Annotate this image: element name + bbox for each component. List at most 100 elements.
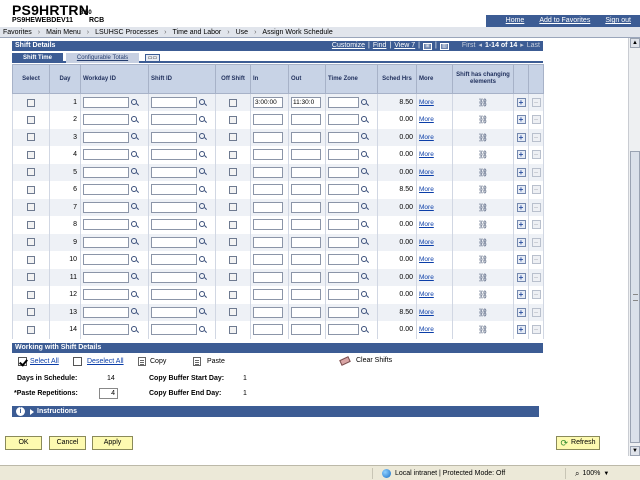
deselect-all-control[interactable]: Deselect All <box>73 357 124 366</box>
lookup-icon[interactable] <box>199 325 207 334</box>
select-checkbox[interactable] <box>27 238 35 247</box>
show-all-tabs-icon[interactable]: ▭▭ <box>145 54 160 62</box>
lookup-icon[interactable] <box>199 185 207 194</box>
out-time-input[interactable]: 11:30:0 <box>291 97 321 108</box>
off-shift-checkbox[interactable] <box>229 185 237 194</box>
chain-link-icon[interactable]: ⛓ <box>478 238 488 247</box>
time-zone-input[interactable] <box>328 114 359 126</box>
off-shift-checkbox[interactable] <box>229 203 237 212</box>
lookup-icon[interactable] <box>199 115 207 124</box>
lookup-icon[interactable] <box>199 203 207 211</box>
select-checkbox[interactable] <box>27 220 35 229</box>
select-checkbox[interactable] <box>27 115 35 124</box>
shift-id-input[interactable] <box>151 289 197 301</box>
out-time-input[interactable] <box>291 166 321 178</box>
chain-link-icon[interactable]: ⛓ <box>478 273 488 282</box>
add-row-icon[interactable]: + <box>516 115 526 125</box>
in-time-input[interactable] <box>253 324 283 336</box>
select-checkbox[interactable] <box>27 150 35 159</box>
workday-id-input[interactable] <box>83 271 129 283</box>
add-row-icon[interactable]: + <box>516 290 526 300</box>
off-shift-checkbox[interactable] <box>229 290 237 299</box>
lookup-icon[interactable] <box>131 150 139 159</box>
lookup-icon[interactable] <box>361 98 369 107</box>
in-time-input[interactable] <box>253 166 283 178</box>
workday-id-input[interactable] <box>83 201 129 213</box>
clear-shifts-label[interactable]: Clear Shifts <box>356 357 392 364</box>
workday-id-input[interactable] <box>83 324 129 336</box>
add-row-icon[interactable]: + <box>516 202 526 212</box>
lookup-icon[interactable] <box>361 238 369 246</box>
instructions-label[interactable]: Instructions <box>37 406 77 417</box>
off-shift-checkbox[interactable] <box>229 115 237 124</box>
in-time-input[interactable] <box>253 236 283 248</box>
time-zone-input[interactable] <box>328 236 359 248</box>
lookup-icon[interactable] <box>199 168 207 176</box>
off-shift-checkbox[interactable] <box>229 273 237 282</box>
delete-row-icon[interactable]: − <box>531 255 541 265</box>
more-link[interactable]: More <box>419 256 434 263</box>
lookup-icon[interactable] <box>199 220 207 229</box>
expand-triangle-icon[interactable] <box>30 408 34 415</box>
in-time-input[interactable] <box>253 306 283 318</box>
lookup-icon[interactable] <box>361 185 369 194</box>
delete-row-icon[interactable]: − <box>531 237 541 247</box>
select-checkbox[interactable] <box>27 185 35 194</box>
shift-id-input[interactable] <box>151 271 197 283</box>
zoom-level[interactable]: 100% <box>582 470 600 477</box>
delete-row-icon[interactable]: − <box>531 167 541 177</box>
clear-shifts-control[interactable]: Clear Shifts <box>339 355 392 366</box>
lookup-icon[interactable] <box>361 325 369 334</box>
workday-id-input[interactable] <box>83 97 129 108</box>
chain-link-icon[interactable]: ⛓ <box>478 115 488 124</box>
chain-link-icon[interactable]: ⛓ <box>478 220 488 229</box>
scroll-down-arrow-icon[interactable]: ▼ <box>630 446 640 456</box>
more-link[interactable]: More <box>419 204 434 211</box>
lookup-icon[interactable] <box>131 115 139 124</box>
breadcrumb-use[interactable]: Use <box>236 29 248 36</box>
lookup-icon[interactable] <box>361 203 369 211</box>
chain-link-icon[interactable]: ⛓ <box>478 325 488 334</box>
scroll-thumb[interactable] <box>630 151 640 443</box>
out-time-input[interactable] <box>291 184 321 196</box>
breadcrumb-time-and-labor[interactable]: Time and Labor <box>173 29 222 36</box>
in-time-input[interactable] <box>253 149 283 161</box>
off-shift-checkbox[interactable] <box>229 325 237 334</box>
delete-row-icon[interactable]: − <box>531 325 541 335</box>
more-link[interactable]: More <box>419 99 434 106</box>
select-all-checkbox-icon[interactable] <box>18 357 27 366</box>
in-time-input[interactable] <box>253 201 283 213</box>
more-link[interactable]: More <box>419 274 434 281</box>
shift-id-input[interactable] <box>151 97 197 108</box>
more-link[interactable]: More <box>419 134 434 141</box>
delete-row-icon[interactable]: − <box>531 202 541 212</box>
instructions-bar[interactable]: i Instructions <box>12 406 539 417</box>
paste-repetitions-input[interactable]: 4 <box>99 388 118 399</box>
time-zone-input[interactable] <box>328 289 359 301</box>
delete-row-icon[interactable]: − <box>531 98 541 107</box>
in-time-input[interactable] <box>253 289 283 301</box>
breadcrumb-favorites[interactable]: Favorites <box>3 29 32 36</box>
shift-id-input[interactable] <box>151 324 197 336</box>
delete-row-icon[interactable]: − <box>531 220 541 230</box>
paste-label[interactable]: Paste <box>207 358 225 365</box>
delete-row-icon[interactable]: − <box>531 132 541 142</box>
add-row-icon[interactable]: + <box>516 307 526 317</box>
add-row-icon[interactable]: + <box>516 167 526 177</box>
out-time-input[interactable] <box>291 254 321 266</box>
lookup-icon[interactable] <box>131 238 139 246</box>
vertical-scrollbar[interactable]: ▲ ▼ <box>628 38 640 456</box>
more-link[interactable]: More <box>419 169 434 176</box>
lookup-icon[interactable] <box>199 273 207 281</box>
delete-row-icon[interactable]: − <box>531 272 541 282</box>
cancel-button[interactable]: Cancel <box>49 436 86 450</box>
add-row-icon[interactable]: + <box>516 255 526 265</box>
off-shift-checkbox[interactable] <box>229 133 237 142</box>
lookup-icon[interactable] <box>361 168 369 176</box>
workday-id-input[interactable] <box>83 131 129 143</box>
paste-icon[interactable] <box>193 357 201 366</box>
select-all-link[interactable]: Select All <box>30 358 59 365</box>
lookup-icon[interactable] <box>199 98 207 107</box>
select-checkbox[interactable] <box>27 203 35 212</box>
view-all-link[interactable]: View 7 <box>394 41 415 51</box>
